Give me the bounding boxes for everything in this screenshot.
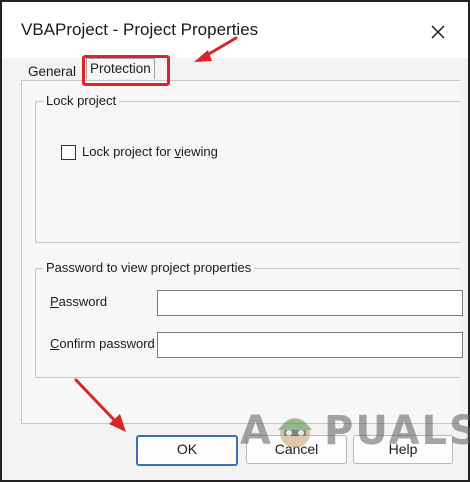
- dialog-window: VBAProject - Project Properties Lock pro…: [0, 0, 470, 482]
- password-label-rest: assword: [58, 294, 108, 309]
- lock-label-suffix: iewing: [181, 144, 218, 159]
- lock-project-legend: Lock project: [43, 93, 120, 108]
- ok-button[interactable]: OK: [136, 435, 238, 466]
- window-title: VBAProject - Project Properties: [21, 20, 259, 39]
- title-bar: VBAProject - Project Properties: [2, 2, 468, 58]
- cancel-button[interactable]: Cancel: [246, 435, 347, 464]
- tab-protection[interactable]: Protection: [86, 58, 155, 79]
- confirm-label-rest: onfirm password: [59, 336, 155, 351]
- lock-project-checkbox[interactable]: [61, 145, 76, 160]
- password-input[interactable]: [157, 290, 463, 316]
- confirm-password-input[interactable]: [157, 332, 463, 358]
- close-button[interactable]: [422, 16, 454, 48]
- lock-project-checkbox-label: Lock project for viewing: [82, 144, 218, 159]
- password-group: Password to view project properties Pass…: [35, 260, 463, 378]
- protection-tab-panel: Lock project Lock project for viewing Pa…: [21, 80, 463, 424]
- password-group-legend: Password to view project properties: [43, 260, 255, 275]
- password-label: Password: [50, 294, 107, 309]
- close-icon: [431, 25, 445, 39]
- confirm-password-label: Confirm password: [50, 336, 155, 351]
- password-label-accelerator: P: [50, 294, 59, 309]
- tab-general[interactable]: General: [28, 64, 76, 79]
- help-button[interactable]: Help: [353, 435, 453, 464]
- lock-project-group: Lock project Lock project for viewing: [35, 93, 461, 243]
- lock-label-prefix: Lock project for: [82, 144, 175, 159]
- confirm-label-accelerator: C: [50, 336, 60, 351]
